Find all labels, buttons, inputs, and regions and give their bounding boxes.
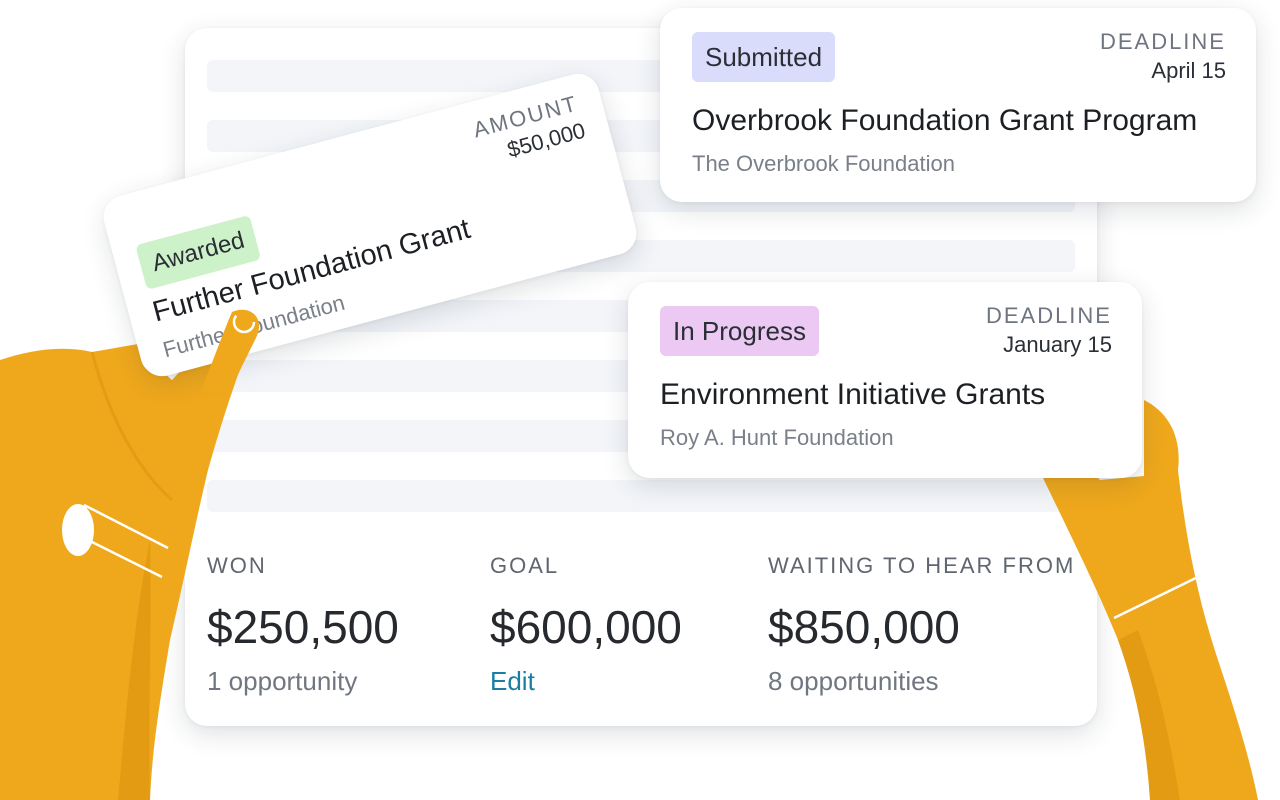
grant-org: The Overbrook Foundation <box>692 151 955 176</box>
deadline-value: January 15 <box>1003 332 1112 357</box>
left-hand <box>0 310 256 800</box>
deadline-value: April 15 <box>1151 58 1226 83</box>
grant-card-overbrook[interactable]: Submitted DEADLINE April 15 Overbrook Fo… <box>660 8 1256 202</box>
status-badge-submitted: Submitted <box>692 32 836 82</box>
grant-card-environment-initiative[interactable]: In Progress DEADLINE January 15 Environm… <box>628 282 1142 478</box>
grant-org: Roy A. Hunt Foundation <box>660 425 894 450</box>
grant-title: Overbrook Foundation Grant Program <box>692 104 1198 137</box>
status-badge-in-progress: In Progress <box>660 306 819 356</box>
deadline-label: DEADLINE <box>1099 29 1226 54</box>
deadline-label: DEADLINE <box>985 303 1112 328</box>
grant-title: Environment Initiative Grants <box>660 378 1046 411</box>
